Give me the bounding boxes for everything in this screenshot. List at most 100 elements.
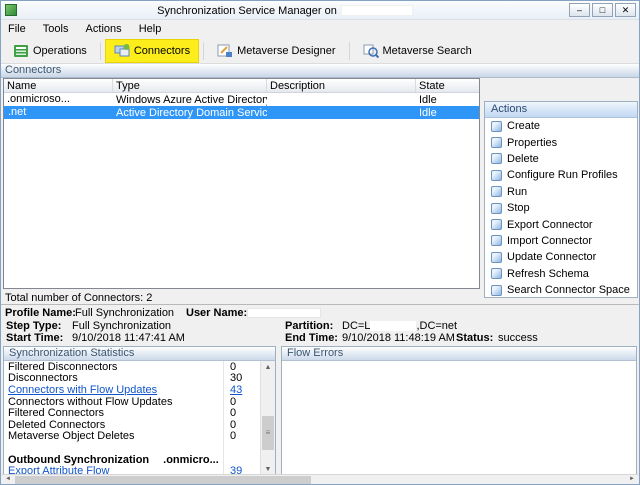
menubar: File Tools Actions Help (1, 21, 639, 38)
action-label: Update Connector (507, 251, 597, 264)
column-header-type[interactable]: Type (113, 79, 267, 92)
action-import-connector[interactable]: Import Connector (485, 233, 637, 249)
stat-value: 0 (230, 407, 237, 420)
stat-value: 0 (230, 418, 237, 431)
menu-file[interactable]: File (1, 21, 33, 37)
action-properties[interactable]: Properties (485, 134, 637, 150)
scroll-right-arrow-icon[interactable]: ► (625, 475, 639, 484)
export-connector-icon (491, 219, 502, 231)
stat-value: 0 (230, 395, 237, 408)
stat-value: 0 (230, 360, 237, 373)
start-time-label: Start Time: (6, 332, 64, 344)
operations-button[interactable]: Operations (4, 39, 96, 63)
operations-label: Operations (33, 44, 87, 57)
stat-value: 0 (230, 430, 237, 443)
scroll-left-arrow-icon[interactable]: ◄ (1, 475, 15, 484)
outbound-synchronization-row: Outbound Synchronization .onmicro... (4, 454, 260, 466)
properties-icon (491, 137, 502, 149)
start-time-value: 9/10/2018 11:47:41 AM (72, 332, 185, 344)
close-button[interactable]: ✕ (615, 3, 636, 17)
scrollbar-thumb[interactable] (15, 476, 311, 484)
connectors-button[interactable]: Connectors (104, 38, 200, 63)
action-stop[interactable]: Stop (485, 200, 637, 216)
connectors-with-flow-updates-count-link[interactable]: 43 (223, 384, 242, 396)
action-label: Refresh Schema (507, 267, 589, 280)
metaverse-designer-button[interactable]: Metaverse Designer (208, 39, 344, 63)
stat-row: Connectors with Flow Updates 43 (4, 384, 260, 396)
connector-type: Active Directory Domain Services (116, 106, 267, 119)
stat-label: Filtered Connectors (8, 407, 104, 420)
action-refresh-schema[interactable]: Refresh Schema (485, 266, 637, 282)
stat-label: Disconnectors (8, 372, 78, 385)
column-separator (223, 361, 224, 476)
minimize-button[interactable]: – (569, 3, 590, 17)
action-label: Export Connector (507, 218, 593, 231)
action-configure-run-profiles[interactable]: Configure Run Profiles (485, 167, 637, 183)
stop-icon (491, 202, 502, 214)
connectors-icon (114, 43, 130, 59)
metaverse-search-button[interactable]: Metaverse Search (354, 39, 481, 63)
scroll-up-arrow-icon[interactable]: ▲ (261, 361, 275, 374)
connector-state: Idle (419, 106, 437, 119)
run-details-pane: Profile Name: Full Synchronization User … (1, 304, 639, 484)
titlebar: Synchronization Service Manager on – □ ✕ (1, 1, 639, 20)
flow-errors-panel: Flow Errors (281, 346, 637, 477)
connector-row-azure[interactable]: .onmicroso... Windows Azure Active Direc… (4, 93, 479, 106)
end-time-label: End Time: (285, 332, 338, 344)
connector-name: .net (8, 106, 27, 119)
connectors-table: Name Type Description State .onmicroso..… (3, 78, 480, 289)
statistics-vertical-scrollbar[interactable]: ▲ ≡ ▼ (260, 361, 275, 476)
action-delete[interactable]: Delete (485, 151, 637, 167)
flow-errors-header: Flow Errors (282, 347, 636, 361)
create-icon (491, 120, 502, 132)
connectors-table-header: Name Type Description State (4, 79, 479, 93)
action-update-connector[interactable]: Update Connector (485, 249, 637, 265)
profile-name-value: Full Synchronization (75, 307, 175, 319)
connectors-section-header: Connectors (1, 64, 639, 78)
stat-row: Metaverse Object Deletes 0 (4, 430, 260, 443)
connectors-with-flow-updates-link[interactable]: Connectors with Flow Updates (4, 384, 223, 396)
connector-state: Idle (419, 93, 437, 106)
action-label: Create (507, 120, 541, 133)
stat-label: Metaverse Object Deletes (8, 430, 135, 443)
user-name-label: User Name: (186, 307, 248, 319)
statistics-header: Synchronization Statistics (4, 347, 275, 361)
column-header-state[interactable]: State (416, 79, 479, 92)
refresh-schema-icon (491, 268, 502, 280)
redaction-user-name (247, 308, 321, 318)
column-header-description[interactable]: Description (267, 79, 416, 92)
partition-label: Partition: (285, 320, 334, 332)
metaverse-search-icon (363, 43, 379, 59)
redaction-server-name (340, 5, 413, 16)
statistics-body: Filtered Disconnectors 0 Disconnectors 3… (4, 361, 260, 476)
connectors-section-title: Connectors (5, 64, 62, 76)
horizontal-scrollbar[interactable]: ◄ ► (1, 474, 639, 484)
outbound-synchronization-label: Outbound Synchronization (8, 453, 150, 466)
action-export-connector[interactable]: Export Connector (485, 216, 637, 232)
maximize-button[interactable]: □ (592, 3, 613, 17)
menu-help[interactable]: Help (132, 21, 169, 37)
redaction-partition (370, 321, 417, 332)
menu-tools[interactable]: Tools (36, 21, 76, 37)
status-value: success (498, 332, 538, 344)
outbound-connector-name: .onmicro... (163, 453, 219, 466)
action-create[interactable]: Create (485, 118, 637, 134)
menu-actions[interactable]: Actions (79, 21, 129, 37)
stat-label: Deleted Connectors (8, 418, 106, 431)
stat-label: Connectors without Flow Updates (8, 395, 173, 408)
action-run[interactable]: Run (485, 184, 637, 200)
connectors-label: Connectors (133, 44, 191, 57)
action-label: Delete (507, 152, 539, 165)
action-label: Stop (507, 202, 530, 215)
toolbar-separator (99, 41, 101, 60)
action-label: Run (507, 185, 528, 198)
column-header-name[interactable]: Name (4, 79, 113, 92)
sync-service-manager-window: Synchronization Service Manager on – □ ✕… (0, 0, 640, 485)
action-search-connector-space[interactable]: Search Connector Space (485, 282, 637, 297)
connector-row-ad[interactable]: .net Active Directory Domain Services Id… (4, 106, 479, 119)
import-connector-icon (491, 235, 502, 247)
action-label: Configure Run Profiles (507, 169, 618, 182)
metaverse-designer-label: Metaverse Designer (237, 44, 336, 57)
action-label: Import Connector (507, 234, 592, 247)
scrollbar-thumb[interactable]: ≡ (262, 416, 274, 450)
